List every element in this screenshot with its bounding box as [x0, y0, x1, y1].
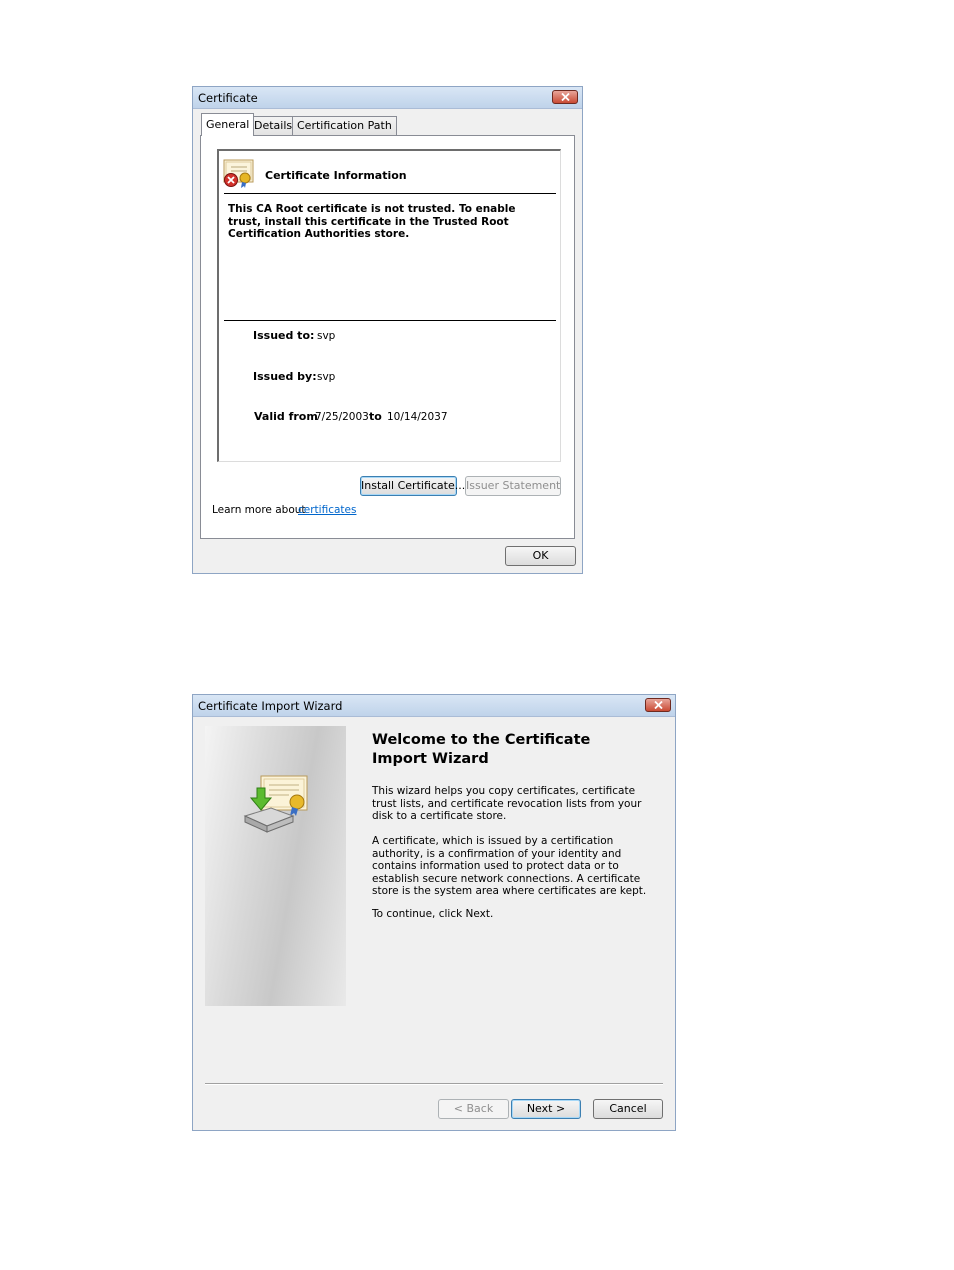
wizard-title: Certificate Import Wizard	[198, 699, 343, 713]
issuer-statement-label: Issuer Statement	[466, 479, 561, 492]
info-details-divider	[224, 320, 556, 321]
close-icon	[654, 701, 663, 709]
ok-button-label: OK	[532, 549, 549, 562]
tab-details-label: Details	[254, 119, 293, 132]
cancel-button[interactable]: Cancel	[593, 1099, 663, 1119]
valid-to-value: 10/14/2037	[387, 411, 448, 423]
tab-general[interactable]: General	[201, 113, 255, 136]
learn-more-text: Learn more about	[212, 504, 306, 516]
back-button[interactable]: < Back	[438, 1099, 509, 1119]
general-tab-panel: Certificate Information This CA Root cer…	[200, 135, 575, 539]
close-button[interactable]	[645, 698, 671, 712]
title-bar: Certificate Import Wizard	[193, 695, 675, 717]
issued-by-value: svp	[317, 371, 336, 383]
trust-warning-text: This CA Root certificate is not trusted.…	[228, 203, 516, 240]
info-heading-divider	[224, 193, 556, 194]
certificate-error-icon	[223, 159, 254, 188]
next-button[interactable]: Next >	[511, 1099, 581, 1119]
valid-from-value: 7/25/2003	[315, 411, 369, 423]
issuer-statement-button[interactable]: Issuer Statement	[465, 476, 561, 496]
info-heading: Certificate Information	[265, 169, 407, 182]
wizard-paragraph-3: To continue, click Next.	[372, 908, 494, 920]
wizard-paragraph-1: This wizard helps you copy certificates,…	[372, 785, 642, 822]
close-icon	[561, 93, 570, 101]
cancel-button-label: Cancel	[609, 1102, 647, 1115]
certificate-import-icon	[243, 775, 308, 833]
title-bar: Certificate	[193, 87, 582, 109]
tab-details[interactable]: Details	[249, 116, 298, 135]
wizard-heading: Welcome to the Certificate Import Wizard	[372, 732, 591, 767]
back-button-label: < Back	[453, 1102, 494, 1115]
wizard-side-panel	[205, 726, 346, 1006]
valid-from-label: Valid from	[254, 410, 318, 423]
tab-certification-path[interactable]: Certification Path	[292, 116, 397, 135]
install-certificate-button[interactable]: Install Certificate...	[360, 476, 465, 496]
certificate-information-box: Certificate Information This CA Root cer…	[217, 149, 561, 462]
install-certificate-label: Install Certificate...	[361, 479, 466, 492]
dialog-title: Certificate	[198, 91, 258, 105]
issued-to-label: Issued to:	[253, 329, 315, 342]
tab-certification-path-label: Certification Path	[297, 119, 392, 132]
certificate-import-wizard: Certificate Import Wizard Welcome to the…	[192, 694, 676, 1131]
wizard-footer-divider	[205, 1083, 663, 1085]
issued-to-value: svp	[317, 330, 336, 342]
close-button[interactable]	[552, 90, 578, 104]
issued-by-label: Issued by:	[253, 370, 317, 383]
certificate-dialog: Certificate General Details Certificatio…	[192, 86, 583, 574]
tab-general-label: General	[206, 118, 250, 131]
valid-to-label: to	[369, 410, 382, 423]
ok-button[interactable]: OK	[505, 546, 576, 566]
certificates-link[interactable]: certificates	[298, 504, 356, 516]
next-button-label: Next >	[526, 1102, 566, 1115]
wizard-paragraph-2: A certificate, which is issued by a cert…	[372, 835, 647, 897]
